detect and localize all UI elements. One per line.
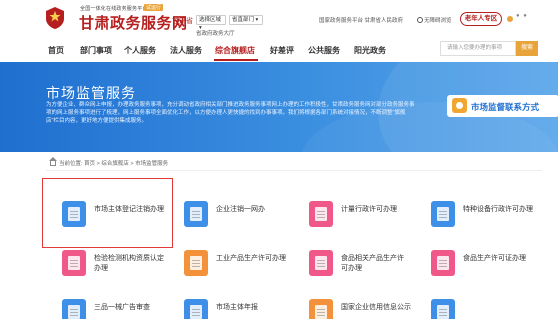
document-icon: [309, 201, 333, 227]
document-icon: [431, 250, 455, 276]
more-menu[interactable]: ● ●: [516, 13, 528, 19]
page: 全国一体化在线政务服务平台 试运行 甘肃政务服务网 甘肃省 选择区域 ▾ 省直部…: [0, 0, 558, 319]
breadcrumb-prefix: 当前位置:: [59, 161, 83, 167]
document-icon: [309, 299, 333, 319]
contact-info-button[interactable]: 市场监督联系方式: [447, 95, 558, 117]
service-item[interactable]: 特种设备行政许可办理: [431, 195, 546, 235]
department-select[interactable]: 省直部门 ▾: [229, 15, 263, 25]
service-item[interactable]: 三品一械广告审查: [62, 293, 172, 319]
beta-badge: 试运行: [144, 4, 164, 11]
current-region: 甘肃省: [172, 18, 193, 25]
service-item[interactable]: 食品相关产品生产许可办理: [309, 244, 419, 284]
breadcrumb-path[interactable]: 首页 > 综合旗舰店 > 市场监管服务: [84, 161, 168, 167]
home-icon: [49, 157, 57, 166]
service-item[interactable]: [431, 293, 546, 319]
accessibility-icon: [417, 17, 423, 23]
service-item[interactable]: 检验检测机构资质认定办理: [62, 244, 172, 284]
region-select[interactable]: 选择区域 ▾: [196, 15, 226, 31]
accessibility-link[interactable]: 无障碍浏览: [417, 16, 452, 24]
service-item[interactable]: 食品生产许可证办理: [431, 244, 546, 284]
nav-item-departments[interactable]: 部门事项: [80, 45, 112, 56]
search-button[interactable]: 搜索: [516, 41, 538, 56]
nav-item-personal[interactable]: 个人服务: [124, 45, 156, 56]
breadcrumb: 当前位置: 首页 > 综合旗舰店 > 市场监管服务: [49, 157, 168, 167]
contact-info-label: 市场监督联系方式: [471, 102, 540, 112]
active-tab-indicator: [214, 59, 258, 61]
service-label: 市场主体年报: [216, 304, 258, 311]
service-label: 特种设备行政许可办理: [463, 206, 533, 213]
document-icon: [184, 299, 208, 319]
service-item[interactable]: 工业产品生产许可办理: [184, 244, 294, 284]
service-label: 计量行政许可办理: [341, 206, 397, 213]
divider: [46, 170, 542, 171]
document-icon: [431, 201, 455, 227]
banner-description: 为方便企业、群众网上申报，办理政务服务事项，充分调动省政府相关部门推进政务服务事…: [46, 102, 415, 124]
service-label: 食品生产许可证办理: [463, 255, 526, 262]
service-item[interactable]: 国家企业信用信息公示: [309, 293, 419, 319]
service-label: 三品一械广告审查: [94, 304, 150, 311]
document-icon: [62, 299, 86, 319]
nav-item-review[interactable]: 好差评: [270, 45, 294, 56]
service-label: 食品相关产品生产许可办理: [341, 255, 404, 272]
nav-item-home[interactable]: 首页: [48, 45, 64, 56]
emblem-logo-icon: [46, 7, 64, 29]
document-icon: [309, 250, 333, 276]
service-item[interactable]: 市场主体年报: [184, 293, 294, 319]
nav-item-flagship[interactable]: 综合旗舰店: [215, 45, 255, 56]
site-header: 全国一体化在线政务服务平台 试运行 甘肃政务服务网 甘肃省 选择区域 ▾ 省直部…: [0, 0, 558, 38]
document-icon: [184, 250, 208, 276]
service-hall-label: 省政府政务大厅: [196, 31, 235, 37]
platform-tagline: 全国一体化在线政务服务平台: [80, 6, 148, 12]
service-label: 检验检测机构资质认定办理: [94, 255, 164, 272]
nav-item-public-service[interactable]: 公共服务: [308, 45, 340, 56]
nav-item-legal-person[interactable]: 法人服务: [170, 45, 202, 56]
service-item[interactable]: 企业注销一网办: [184, 195, 294, 235]
accessibility-label: 无障碍浏览: [424, 18, 452, 24]
selection-highlight-box: [42, 178, 173, 248]
nav-item-open-affairs[interactable]: 阳光政务: [354, 45, 386, 56]
service-item[interactable]: 计量行政许可办理: [309, 195, 419, 235]
search-input[interactable]: 请输入您要办理的事项: [440, 41, 516, 56]
phone-icon: [452, 98, 467, 113]
document-icon: [431, 299, 455, 319]
banner-title: 市场监管服务: [46, 85, 136, 101]
top-links[interactable]: 国家政务服务平台 甘肃省人民政府: [319, 16, 403, 24]
service-label: 工业产品生产许可办理: [216, 255, 286, 262]
document-icon: [184, 201, 208, 227]
elderly-zone-button[interactable]: 老年人专区: [460, 12, 502, 26]
service-label: 国家企业信用信息公示: [341, 304, 411, 311]
banner: 市场监管服务 为方便企业、群众网上申报，办理政务服务事项，充分调动省政府相关部门…: [0, 62, 558, 152]
document-icon: [62, 250, 86, 276]
user-icon[interactable]: [507, 16, 513, 22]
service-label: 企业注销一网办: [216, 206, 265, 213]
